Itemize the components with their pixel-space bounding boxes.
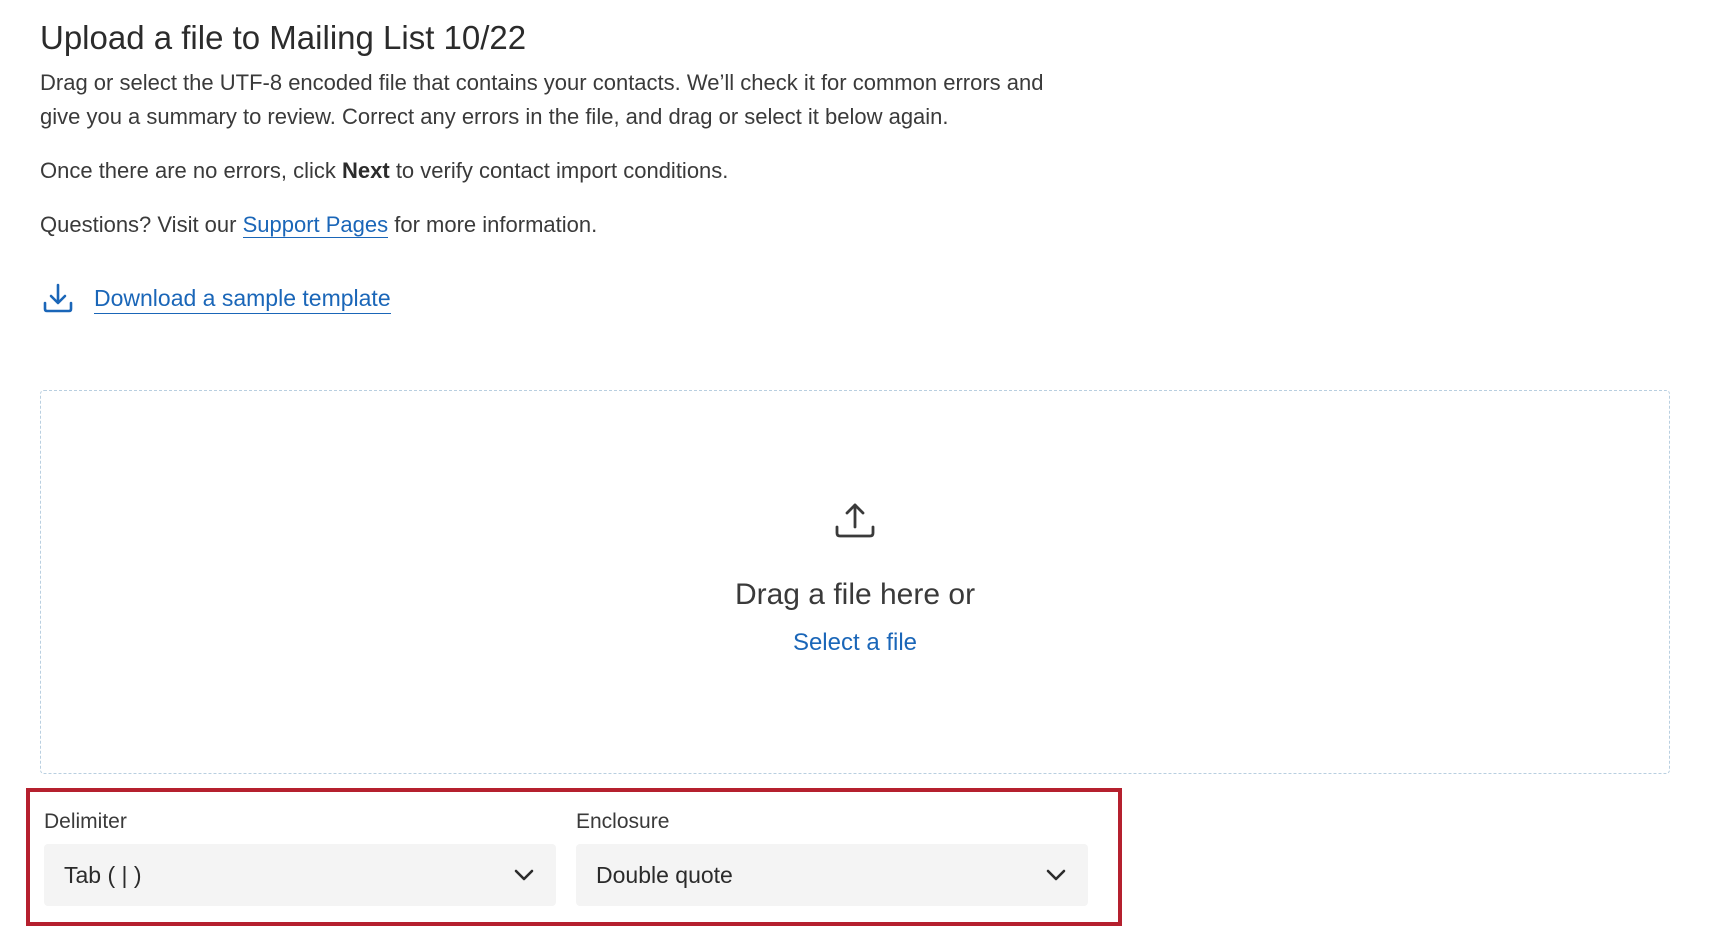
delimiter-option: Delimiter Tab ( | ) [44, 808, 556, 906]
delimiter-label: Delimiter [44, 810, 127, 833]
upload-icon [833, 501, 877, 541]
download-template-row[interactable]: Download a sample template [40, 278, 1660, 318]
file-options-highlight: Delimiter Tab ( | ) Enclosure Double quo… [26, 788, 1122, 926]
file-dropzone[interactable]: Drag a file here or Select a file [40, 390, 1670, 774]
upload-description: Drag or select the UTF-8 encoded file th… [40, 70, 1044, 129]
download-sample-template-link[interactable]: Download a sample template [94, 283, 391, 314]
dropzone-text: Drag a file here or [734, 578, 976, 611]
enclosure-select[interactable]: Double quote [576, 844, 1088, 906]
chevron-down-icon [1044, 863, 1068, 887]
upload-page: Upload a file to Mailing List 10/22 Drag… [26, 14, 1670, 926]
delimiter-value: Tab ( | ) [64, 861, 142, 888]
next-instruction: Once there are no errors, click Next to … [40, 154, 1660, 188]
enclosure-option: Enclosure Double quote [576, 808, 1088, 906]
download-icon [40, 280, 76, 316]
delimiter-select[interactable]: Tab ( | ) [44, 844, 556, 906]
next-instruction-prefix: Once there are no errors, click [40, 158, 343, 183]
questions-line: Questions? Visit our Support Pages for m… [40, 208, 1660, 242]
next-keyword: Next [342, 158, 390, 183]
support-pages-link[interactable]: Support Pages [242, 212, 389, 238]
page-title: Upload a file to Mailing List 10/22 [40, 19, 527, 56]
enclosure-value: Double quote [596, 861, 733, 888]
questions-suffix: for more information. [388, 212, 598, 237]
select-file-link[interactable]: Select a file [793, 629, 917, 657]
next-instruction-suffix: to verify contact import conditions. [389, 158, 729, 183]
dropzone-content: Drag a file here or Select a file [41, 501, 1669, 657]
questions-prefix: Questions? Visit our [40, 212, 243, 237]
enclosure-label: Enclosure [576, 810, 670, 833]
chevron-down-icon [512, 863, 536, 887]
